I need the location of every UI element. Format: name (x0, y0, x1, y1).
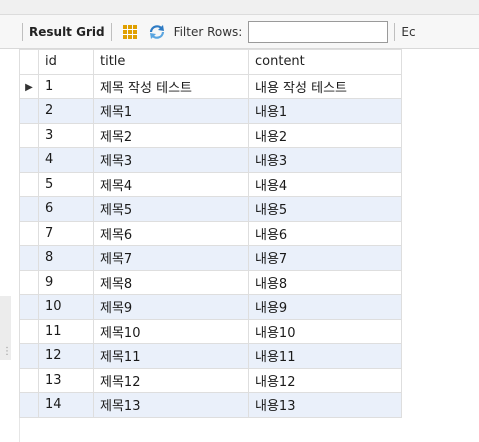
refresh-icon[interactable] (148, 24, 166, 40)
cell-id[interactable]: 10 (38, 294, 94, 320)
table-row[interactable]: 10 제목9 내용9 (19, 294, 402, 320)
cell-id[interactable]: 11 (38, 318, 94, 344)
table-row[interactable]: 14 제목13 내용13 (19, 392, 402, 418)
table-row[interactable]: 11 제목10 내용10 (19, 318, 402, 344)
cell-id[interactable]: 14 (38, 392, 94, 418)
edit-label-partial[interactable]: Ec (401, 25, 415, 39)
cell-id[interactable]: 2 (38, 98, 94, 124)
row-indicator[interactable] (19, 269, 39, 295)
grid-body: ▶ 1 제목 작성 테스트 내용 작성 테스트 2 제목1 내용1 3 제목2 내용2 4 제목3 내용… (19, 73, 402, 418)
header-row: id title content (19, 49, 402, 75)
table-row[interactable]: 5 제목4 내용4 (19, 171, 402, 197)
table-row[interactable]: 2 제목1 내용1 (19, 98, 402, 124)
row-indicator[interactable] (19, 98, 39, 124)
cell-content[interactable]: 내용5 (248, 196, 402, 222)
column-header-title[interactable]: title (93, 49, 249, 75)
row-indicator-header (19, 49, 39, 75)
row-indicator[interactable] (19, 196, 39, 222)
cell-id[interactable]: 8 (38, 245, 94, 271)
cell-id[interactable]: 1 (38, 73, 94, 99)
left-gutter (0, 49, 20, 442)
toolbar-separator (110, 22, 112, 41)
cell-content[interactable]: 내용11 (248, 343, 402, 369)
grid-view-icon[interactable] (121, 24, 138, 40)
result-grid-button[interactable]: Result Grid (29, 25, 105, 39)
cell-title[interactable]: 제목4 (93, 171, 249, 197)
cell-id[interactable]: 13 (38, 367, 94, 393)
cell-id[interactable]: 6 (38, 196, 94, 222)
table-row[interactable]: 6 제목5 내용5 (19, 196, 402, 222)
cell-title[interactable]: 제목1 (93, 98, 249, 124)
cell-content[interactable]: 내용8 (248, 269, 402, 295)
cell-content[interactable]: 내용7 (248, 245, 402, 271)
row-indicator[interactable] (19, 122, 39, 148)
cell-content[interactable]: 내용9 (248, 294, 402, 320)
table-row[interactable]: 7 제목6 내용6 (19, 220, 402, 246)
cell-content[interactable]: 내용2 (248, 122, 402, 148)
table-row[interactable]: ▶ 1 제목 작성 테스트 내용 작성 테스트 (19, 73, 402, 99)
table-row[interactable]: 4 제목3 내용3 (19, 147, 402, 173)
cell-content[interactable]: 내용 작성 테스트 (248, 73, 402, 99)
cell-content[interactable]: 내용6 (248, 220, 402, 246)
row-indicator[interactable] (19, 367, 39, 393)
cell-title[interactable]: 제목10 (93, 318, 249, 344)
cell-title[interactable]: 제목2 (93, 122, 249, 148)
cell-id[interactable]: 5 (38, 171, 94, 197)
table-row[interactable]: 9 제목8 내용8 (19, 269, 402, 295)
cell-title[interactable]: 제목12 (93, 367, 249, 393)
cell-title[interactable]: 제목13 (93, 392, 249, 418)
row-indicator[interactable] (19, 147, 39, 173)
row-indicator[interactable] (19, 294, 39, 320)
toolbar-separator (22, 22, 23, 41)
row-indicator[interactable]: ▶ (19, 73, 39, 99)
cell-title[interactable]: 제목 작성 테스트 (93, 73, 249, 99)
cell-title[interactable]: 제목11 (93, 343, 249, 369)
table-row[interactable]: 13 제목12 내용12 (19, 367, 402, 393)
cell-title[interactable]: 제목7 (93, 245, 249, 271)
table-row[interactable]: 12 제목11 내용11 (19, 343, 402, 369)
row-indicator[interactable] (19, 245, 39, 271)
cell-id[interactable]: 7 (38, 220, 94, 246)
row-indicator[interactable] (19, 318, 39, 344)
result-grid-table: id title content ▶ 1 제목 작성 테스트 내용 작성 테스트 2 제목… (19, 49, 402, 418)
cell-content[interactable]: 내용13 (248, 392, 402, 418)
resize-handle-icon[interactable]: ⋮ (2, 346, 12, 357)
row-indicator[interactable] (19, 171, 39, 197)
column-header-id[interactable]: id (38, 49, 94, 75)
result-toolbar: Result Grid Filter Rows: Ec (0, 15, 479, 49)
cell-id[interactable]: 9 (38, 269, 94, 295)
cell-id[interactable]: 12 (38, 343, 94, 369)
cell-content[interactable]: 내용3 (248, 147, 402, 173)
cell-id[interactable]: 4 (38, 147, 94, 173)
row-indicator[interactable] (19, 392, 39, 418)
cell-content[interactable]: 내용1 (248, 98, 402, 124)
cell-title[interactable]: 제목9 (93, 294, 249, 320)
filter-rows-input[interactable] (248, 20, 389, 43)
cell-title[interactable]: 제목8 (93, 269, 249, 295)
cell-content[interactable]: 내용10 (248, 318, 402, 344)
column-header-content[interactable]: content (248, 49, 402, 75)
cell-title[interactable]: 제목3 (93, 147, 249, 173)
cell-content[interactable]: 내용12 (248, 367, 402, 393)
toolbar-separator (394, 22, 396, 41)
cell-content[interactable]: 내용4 (248, 171, 402, 197)
row-indicator[interactable] (19, 220, 39, 246)
row-indicator[interactable] (19, 343, 39, 369)
current-row-marker-icon: ▶ (25, 81, 33, 93)
cell-title[interactable]: 제목6 (93, 220, 249, 246)
cell-id[interactable]: 3 (38, 122, 94, 148)
cell-title[interactable]: 제목5 (93, 196, 249, 222)
top-strip (0, 0, 479, 15)
table-row[interactable]: 8 제목7 내용7 (19, 245, 402, 271)
filter-rows-label: Filter Rows: (173, 24, 243, 39)
table-row[interactable]: 3 제목2 내용2 (19, 122, 402, 148)
